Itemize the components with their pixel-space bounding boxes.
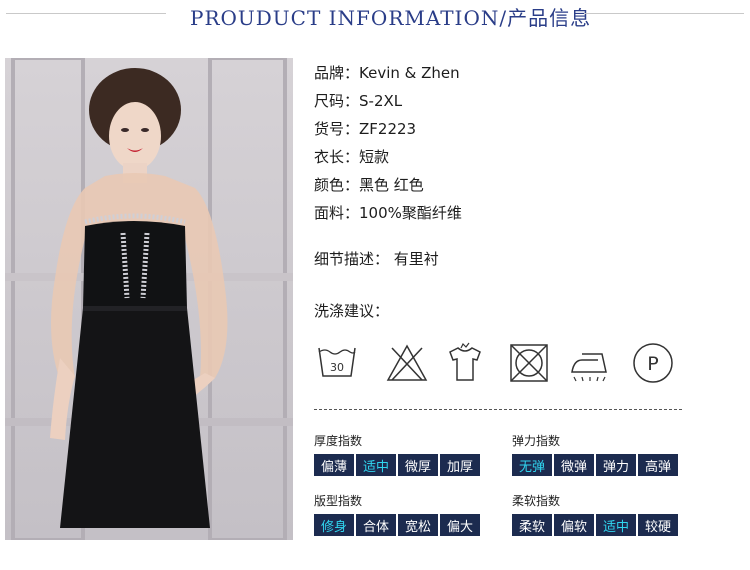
- spec-value: Kevin & Zhen: [359, 64, 460, 82]
- index-title: 弹力指数: [512, 434, 561, 448]
- detail-label: 细节描述：: [314, 250, 390, 268]
- spec-label: 品牌：: [314, 64, 360, 82]
- spec-value: S-2XL: [359, 92, 403, 110]
- index-title: 版型指数: [314, 494, 363, 508]
- fit-index: 版型指数 修身 合体 宽松 偏大: [314, 492, 480, 536]
- dry-clean-letter: P: [647, 353, 658, 375]
- spec-label: 衣长：: [314, 148, 360, 166]
- product-photo: [5, 58, 293, 540]
- option-chip: 偏薄: [314, 454, 354, 476]
- spec-length: 衣长：短款: [314, 146, 389, 167]
- spec-label: 面料：: [314, 204, 360, 222]
- spec-value: ZF2223: [359, 120, 417, 138]
- index-title: 柔软指数: [512, 494, 561, 508]
- dry-clean-p-icon: P: [630, 340, 676, 386]
- care-icons: 30 P: [314, 340, 684, 386]
- option-chip: 偏软: [554, 514, 594, 536]
- option-chip: 宽松: [398, 514, 438, 536]
- dashed-divider: [314, 409, 682, 410]
- header-divider-right: [584, 13, 744, 14]
- option-chip: 高弹: [638, 454, 678, 476]
- option-chip: 弹力: [596, 454, 636, 476]
- wash-temp-label: 30: [330, 361, 344, 374]
- no-tumble-dry-icon: [506, 340, 552, 386]
- option-chip: 微弹: [554, 454, 594, 476]
- hand-wash-icon: [442, 340, 488, 386]
- spec-label: 尺码：: [314, 92, 360, 110]
- spec-color: 颜色：黑色 红色: [314, 174, 424, 195]
- spec-fabric: 面料：100%聚酯纤维: [314, 202, 462, 223]
- section-header: PROUDUCT INFORMATION/产品信息: [0, 0, 750, 34]
- wash-30-icon: 30: [314, 340, 360, 386]
- wash-label: 洗涤建议：: [314, 302, 390, 320]
- no-bleach-icon: [384, 340, 430, 386]
- option-chip: 微厚: [398, 454, 438, 476]
- spec-value: 100%聚酯纤维: [359, 204, 462, 222]
- header-divider-left: [6, 13, 166, 14]
- spec-size: 尺码：S-2XL: [314, 90, 402, 111]
- option-chip-selected: 无弹: [512, 454, 552, 476]
- spec-brand: 品牌：Kevin & Zhen: [314, 62, 460, 83]
- spec-label: 颜色：: [314, 176, 360, 194]
- option-chip-selected: 修身: [314, 514, 354, 536]
- detail-description: 细节描述： 有里衬: [314, 248, 439, 269]
- thickness-index: 厚度指数 偏薄 适中 微厚 加厚: [314, 432, 480, 476]
- detail-value: 有里衬: [393, 250, 439, 268]
- spec-value: 短款: [359, 148, 390, 166]
- option-chip: 加厚: [440, 454, 480, 476]
- spec-value: 黑色 红色: [359, 176, 424, 194]
- option-chip: 较硬: [638, 514, 678, 536]
- option-chip-selected: 适中: [596, 514, 636, 536]
- section-title: PROUDUCT INFORMATION/产品信息: [190, 6, 592, 30]
- elasticity-index: 弹力指数 无弹 微弹 弹力 高弹: [512, 432, 678, 476]
- option-chip: 柔软: [512, 514, 552, 536]
- spec-item-number: 货号：ZF2223: [314, 118, 416, 139]
- iron-icon: [568, 340, 614, 386]
- spec-label: 货号：: [314, 120, 360, 138]
- softness-index: 柔软指数 柔软 偏软 适中 较硬: [512, 492, 678, 536]
- option-chip: 偏大: [440, 514, 480, 536]
- index-title: 厚度指数: [314, 434, 363, 448]
- option-chip: 合体: [356, 514, 396, 536]
- option-chip-selected: 适中: [356, 454, 396, 476]
